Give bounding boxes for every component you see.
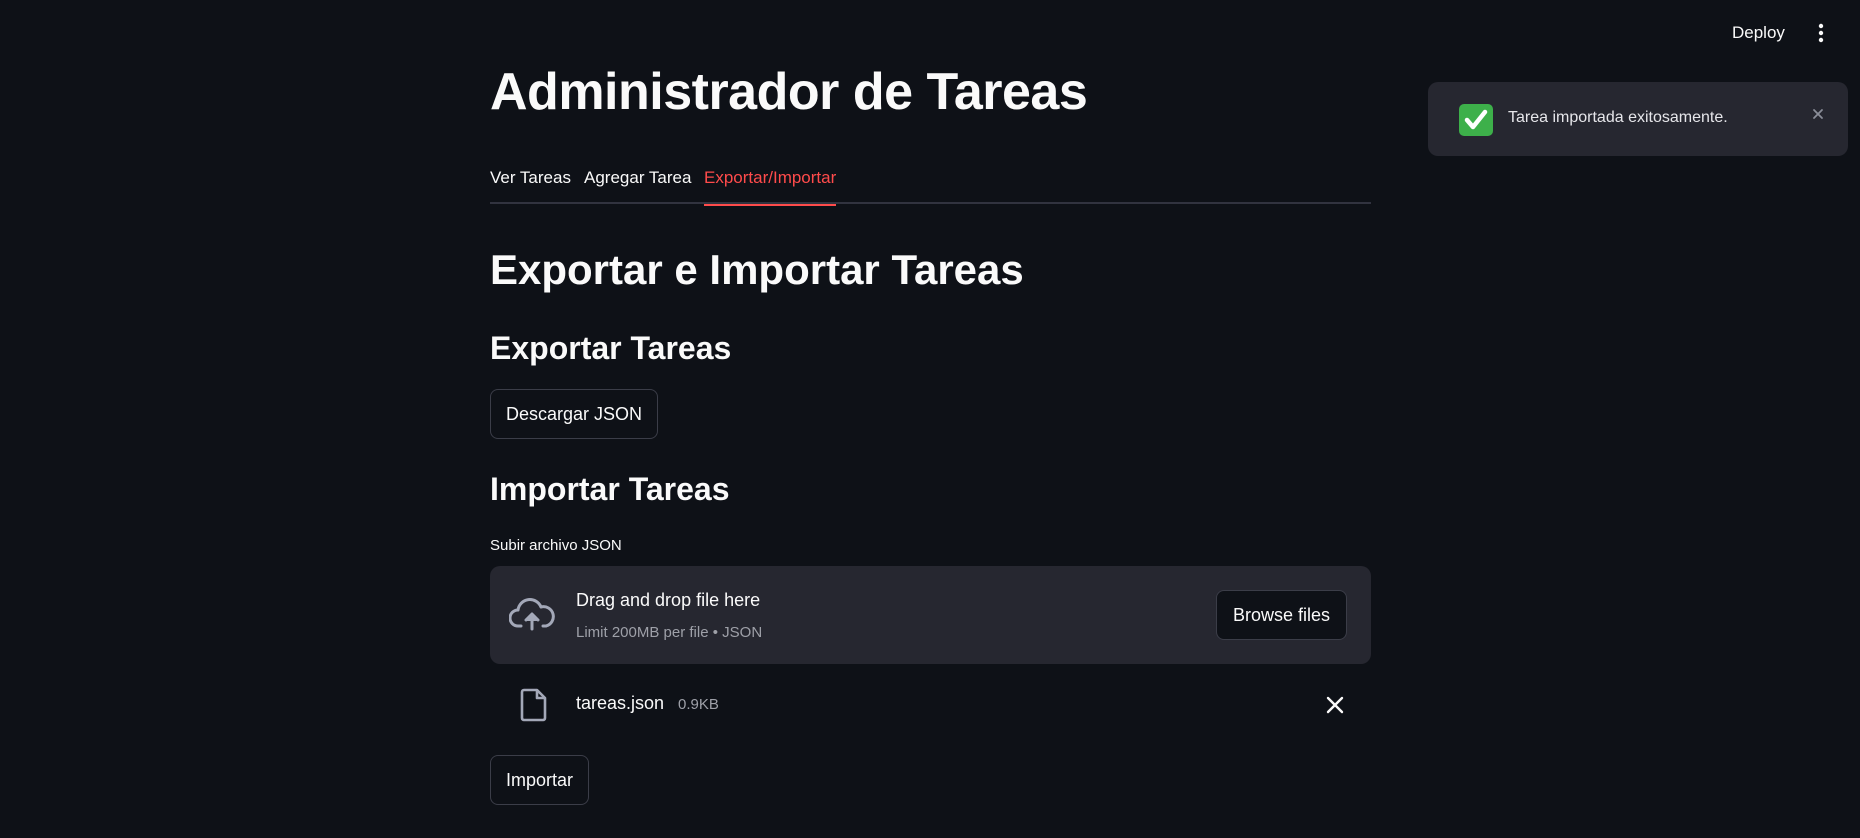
tab-ver-tareas[interactable]: Ver Tareas xyxy=(490,166,571,204)
import-button[interactable]: Importar xyxy=(490,755,590,805)
file-size: 0.9KB xyxy=(678,696,719,713)
check-mark-icon xyxy=(1459,104,1493,136)
page-title: Administrador de Tareas xyxy=(490,63,1088,121)
dropzone-limit: Limit 200MB per file • JSON xyxy=(576,624,763,641)
file-name: tareas.json xyxy=(576,693,665,713)
deploy-button[interactable]: Deploy xyxy=(1720,18,1797,48)
close-icon[interactable] xyxy=(1810,106,1826,122)
browse-files-button[interactable]: Browse files xyxy=(1216,590,1348,640)
download-json-button[interactable]: Descargar JSON xyxy=(490,389,659,439)
uploader-label: Subir archivo JSON xyxy=(490,537,622,554)
tab-bar: Ver Tareas Agregar Tarea Exportar/Import… xyxy=(490,160,1371,206)
dropzone-instructions: Drag and drop file here xyxy=(576,590,761,610)
cloud-upload-icon xyxy=(509,598,555,631)
toast-message: Tarea importada exitosamente. xyxy=(1508,109,1728,126)
uploaded-file-row: tareas.json 0.9KB xyxy=(490,682,1371,728)
file-dropzone[interactable]: Drag and drop file here Limit 200MB per … xyxy=(490,566,1371,664)
file-icon xyxy=(520,688,547,722)
kebab-menu-icon[interactable] xyxy=(1806,18,1836,48)
tab-exportar-importar[interactable]: Exportar/Importar xyxy=(704,166,837,206)
success-toast: Tarea importada exitosamente. xyxy=(1428,82,1848,156)
import-heading: Importar Tareas xyxy=(490,471,730,507)
section-title: Exportar e Importar Tareas xyxy=(490,246,1024,293)
remove-file-icon[interactable] xyxy=(1324,694,1346,716)
tab-agregar-tarea[interactable]: Agregar Tarea xyxy=(584,166,691,204)
app-header: Deploy xyxy=(0,0,1860,64)
export-heading: Exportar Tareas xyxy=(490,330,732,366)
